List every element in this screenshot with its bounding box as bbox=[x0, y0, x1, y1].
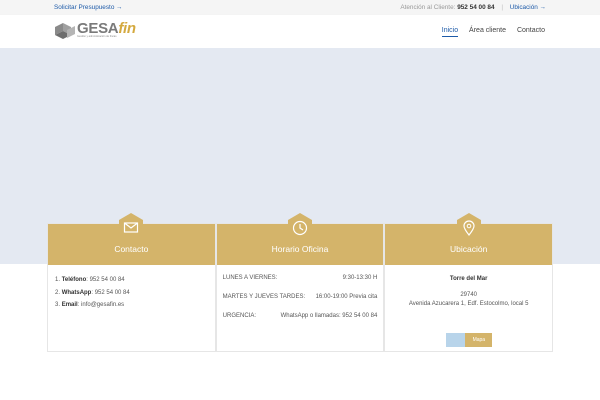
gesafin-logo[interactable]: GESAfin Gestión y administración de finc… bbox=[54, 20, 138, 41]
top-divider: | bbox=[501, 4, 503, 11]
hours-value: 9:30-13:30 H bbox=[342, 275, 378, 281]
contact-value[interactable]: : 952 54 00 84 bbox=[91, 290, 129, 296]
hours-value: WhatsApp o llamadas: 952 54 00 84 bbox=[280, 313, 378, 319]
envelope-icon bbox=[119, 213, 144, 238]
location-tabs: Mapa bbox=[446, 333, 493, 347]
map-pin-icon bbox=[456, 213, 481, 238]
location-link[interactable]: Ubicación → bbox=[510, 4, 546, 11]
location-address: Avenida Azucarera 1, Edf. Estocolmo, loc… bbox=[408, 301, 529, 307]
top-bar: Solicitar Presupuesto → Atención al Clie… bbox=[0, 0, 600, 15]
hours-key: LUNES A VIERNES: bbox=[222, 275, 278, 281]
contact-value[interactable]: : 952 54 00 84 bbox=[86, 277, 124, 283]
logo-mark-icon bbox=[55, 23, 75, 39]
hours-key: MARTES Y JUEVES TARDES: bbox=[222, 294, 306, 300]
nav-contacto[interactable]: Contacto bbox=[517, 27, 545, 34]
list-number: 2. bbox=[55, 289, 61, 296]
main-nav: Inicio Área cliente Contacto bbox=[433, 27, 545, 37]
top-contact-info: Atención al Cliente: 952 54 00 84 | Ubic… bbox=[400, 4, 546, 11]
location-card-body: Torre del Mar 29740 Avenida Azucarera 1,… bbox=[385, 265, 552, 353]
contact-item-phone: 1. Teléfono: 952 54 00 84 bbox=[55, 274, 130, 287]
hours-value: 16:00-19:00 Previa cita bbox=[315, 294, 378, 300]
contact-card: Contacto 1. Teléfono: 952 54 00 84 2. Wh… bbox=[47, 213, 216, 353]
contact-card-body: 1. Teléfono: 952 54 00 84 2. WhatsApp: 9… bbox=[48, 265, 215, 353]
info-cards: Contacto 1. Teléfono: 952 54 00 84 2. Wh… bbox=[47, 213, 553, 353]
contact-label: Teléfono bbox=[61, 277, 87, 283]
list-number: 3. bbox=[55, 302, 61, 309]
hours-card-title: Horario Oficina bbox=[271, 244, 329, 254]
location-tab-blank[interactable] bbox=[446, 333, 466, 347]
contact-card-title: Contacto bbox=[114, 244, 149, 254]
top-phone-number[interactable]: 952 54 00 84 bbox=[457, 4, 494, 11]
contact-label: Email bbox=[61, 302, 78, 309]
location-postal: 29740 bbox=[460, 292, 477, 298]
clock-icon bbox=[287, 213, 312, 238]
logo-tagline: Gestión y administración de fincas bbox=[77, 35, 117, 38]
nav-area-cliente[interactable]: Área cliente bbox=[469, 27, 506, 34]
contact-label: WhatsApp bbox=[61, 289, 92, 296]
location-place: Torre del Mar bbox=[449, 276, 488, 282]
contact-item-whatsapp: 2. WhatsApp: 952 54 00 84 bbox=[55, 287, 130, 300]
attention-label: Atención al Cliente: bbox=[400, 4, 456, 11]
logo-word-accent: fin bbox=[118, 20, 136, 37]
hours-card: Horario Oficina LUNES A VIERNES: 9:30-13… bbox=[215, 213, 385, 353]
location-card: Ubicación Torre del Mar 29740 Avenida Az… bbox=[384, 213, 553, 353]
contact-item-email: 3. Email: info@gesafin.es bbox=[55, 299, 130, 312]
hours-key: URGENCIA: bbox=[222, 313, 256, 319]
contact-value[interactable]: : info@gesafin.es bbox=[78, 302, 124, 308]
map-tab[interactable]: Mapa bbox=[465, 333, 493, 347]
quote-link[interactable]: Solicitar Presupuesto → bbox=[54, 4, 123, 11]
contact-list: 1. Teléfono: 952 54 00 84 2. WhatsApp: 9… bbox=[55, 274, 130, 312]
site-header: GESAfin Gestión y administración de finc… bbox=[0, 15, 600, 48]
hours-card-body: LUNES A VIERNES: 9:30-13:30 H MARTES Y J… bbox=[217, 265, 384, 353]
list-number: 1. bbox=[55, 277, 61, 283]
nav-inicio[interactable]: Inicio bbox=[441, 27, 459, 37]
location-card-title: Ubicación bbox=[449, 244, 488, 254]
